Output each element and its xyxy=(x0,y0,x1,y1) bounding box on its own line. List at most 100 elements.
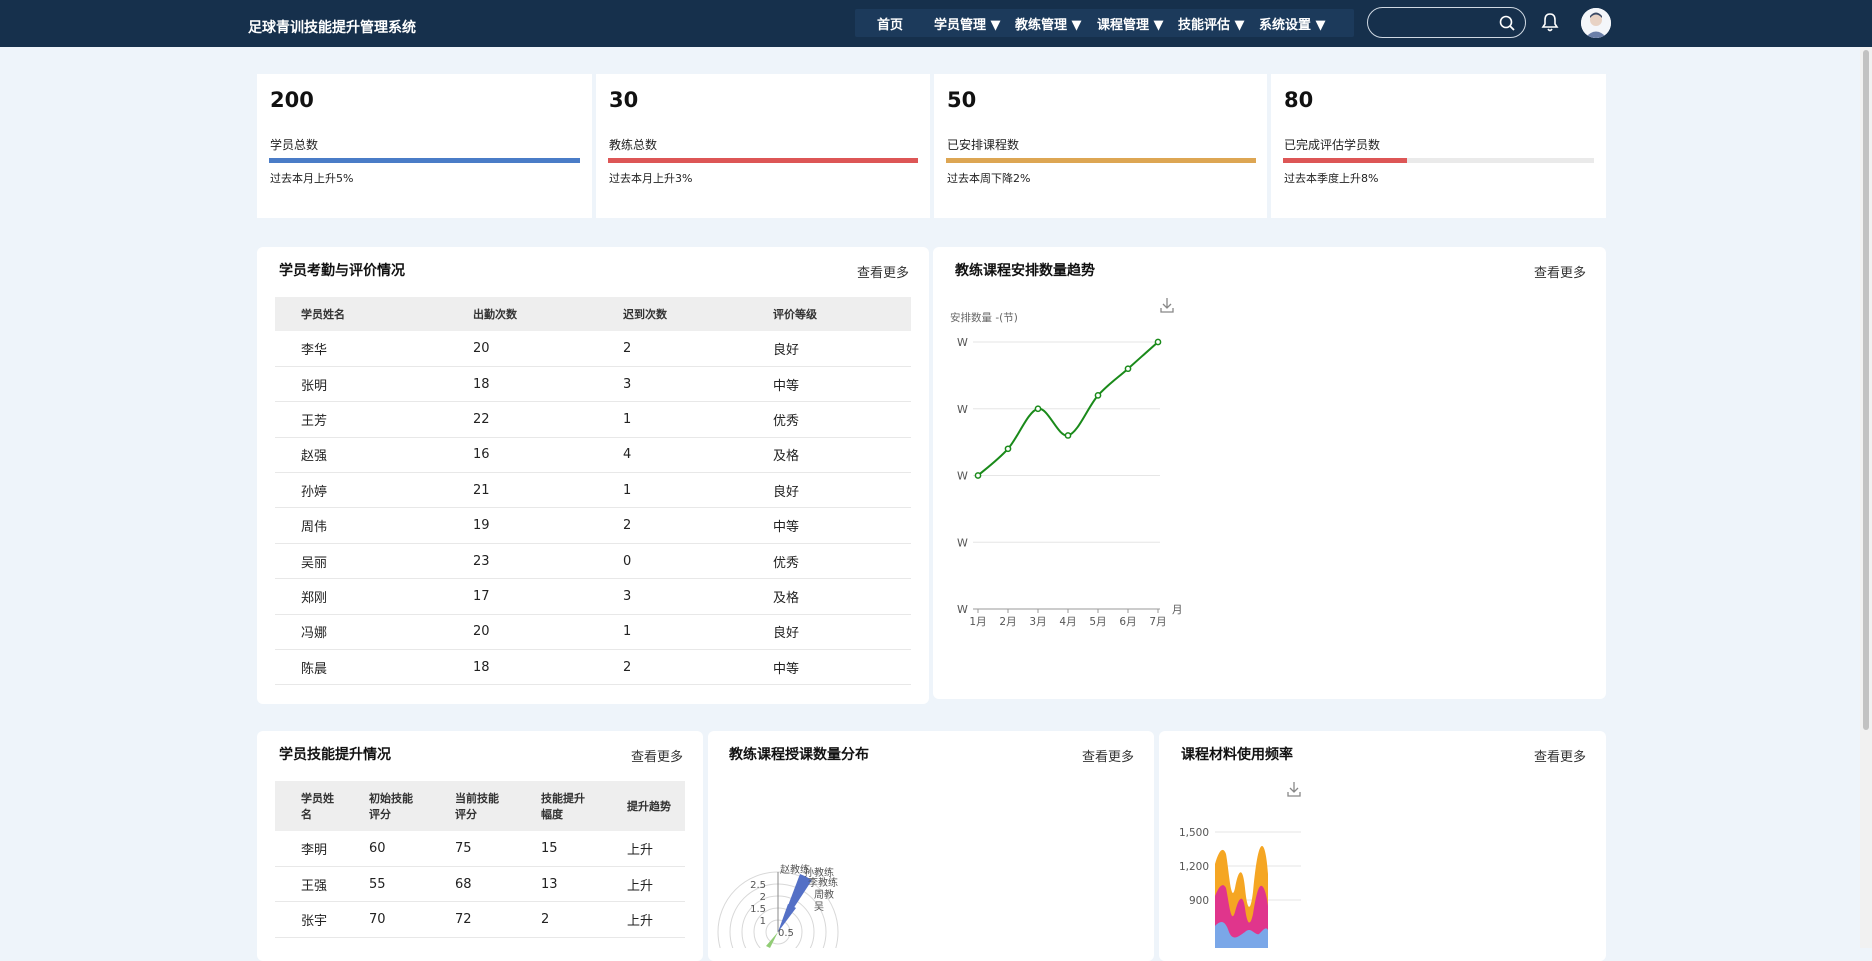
search-box[interactable] xyxy=(1367,7,1526,38)
data-point xyxy=(1004,445,1012,453)
stat-change: 过去本月上升3% xyxy=(609,172,693,185)
polar-bar xyxy=(766,932,778,948)
table-cell: 19 xyxy=(447,507,597,544)
table-cell: 良好 xyxy=(747,614,911,651)
table-cell: 3 xyxy=(597,366,747,403)
table-cell: 良好 xyxy=(747,472,911,509)
search-icon[interactable] xyxy=(1498,14,1516,32)
table-cell: 赵强 xyxy=(275,437,447,474)
radial-tick-label: 2 xyxy=(760,892,766,903)
table-cell: 0 xyxy=(597,543,747,580)
view-more-link[interactable]: 查看更多 xyxy=(1082,746,1134,765)
table-row: 冯娜 20 1 良好 xyxy=(275,614,911,651)
y-tick-label: W xyxy=(957,403,968,416)
y-tick-label: 1,500 xyxy=(1179,827,1209,839)
table-cell: 中等 xyxy=(747,507,911,544)
x-tick-label: 1月 xyxy=(969,616,986,628)
x-tick-label: 2月 xyxy=(999,616,1016,628)
stat-progress-bar xyxy=(269,158,580,163)
y-tick-label: W xyxy=(957,336,968,349)
attendance-table: 学员姓名 出勤次数 迟到次数 评价等级 李华 20 2 良好 张明 18 3 中等 王芳 22 1 优… xyxy=(275,297,911,686)
radial-tick-label: 0.5 xyxy=(778,928,794,939)
table-row: 吴丽 23 0 优秀 xyxy=(275,543,911,580)
user-avatar[interactable] xyxy=(1581,8,1611,38)
table-cell: 陈晨 xyxy=(275,649,447,686)
stat-change: 过去本季度上升8% xyxy=(1284,172,1379,185)
table-row: 张宇 70 72 2 上升 xyxy=(275,901,685,938)
download-icon[interactable] xyxy=(1287,782,1301,797)
y-tick-label: W xyxy=(957,536,968,549)
column-header: 迟到次数 xyxy=(597,297,747,331)
panel-title: 教练课程安排数量趋势 xyxy=(955,263,1095,279)
nav-coach-management[interactable]: 教练管理 ▼ xyxy=(1015,14,1082,33)
table-cell: 23 xyxy=(447,543,597,580)
table-cell: 2 xyxy=(597,649,747,686)
view-more-link[interactable]: 查看更多 xyxy=(1534,262,1586,281)
avatar-icon xyxy=(1581,8,1611,38)
table-cell: 优秀 xyxy=(747,543,911,580)
table-cell: 良好 xyxy=(747,331,911,367)
table-row: 孙婷 21 1 良好 xyxy=(275,472,911,509)
table-cell: 18 xyxy=(447,366,597,403)
table-cell: 13 xyxy=(517,866,603,903)
top-navbar: 足球青训技能提升管理系统 首页 学员管理 ▼ 教练管理 ▼ 课程管理 ▼ 技能评… xyxy=(0,0,1872,47)
column-header: 评价等级 xyxy=(747,297,911,331)
stat-value: 200 xyxy=(270,88,314,112)
download-icon[interactable] xyxy=(1160,298,1174,313)
column-header: 提升趋势 xyxy=(603,781,685,831)
table-cell: 中等 xyxy=(747,649,911,686)
stat-progress-bar xyxy=(1283,158,1594,163)
table-cell: 吴丽 xyxy=(275,543,447,580)
data-point xyxy=(1094,392,1102,399)
table-cell: 及格 xyxy=(747,437,911,474)
table-cell: 2 xyxy=(597,331,747,367)
stat-change: 过去本周下降2% xyxy=(947,172,1031,185)
table-cell: 4 xyxy=(597,437,747,474)
nav-home[interactable]: 首页 xyxy=(877,14,903,33)
stat-progress-fill xyxy=(1283,158,1408,163)
nav-system-settings[interactable]: 系统设置 ▼ xyxy=(1259,14,1326,33)
table-cell: 周伟 xyxy=(275,507,447,544)
view-more-link[interactable]: 查看更多 xyxy=(631,746,683,765)
table-row: 李明 60 75 15 上升 xyxy=(275,831,685,867)
table-cell: 55 xyxy=(345,866,431,903)
scrollbar-thumb[interactable] xyxy=(1863,50,1869,730)
nav-course-management[interactable]: 课程管理 ▼ xyxy=(1097,14,1164,33)
table-row: 张明 18 3 中等 xyxy=(275,366,911,403)
nav-student-management[interactable]: 学员管理 ▼ xyxy=(934,14,1001,33)
skills-panel: 学员技能提升情况 查看更多 学员姓名 初始技能评分 当前技能评分 技能提升幅度 … xyxy=(257,731,703,961)
x-axis-label: 月 xyxy=(1172,604,1183,616)
radial-tick-label: 2.5 xyxy=(750,880,766,891)
column-header: 初始技能评分 xyxy=(345,781,431,831)
distribution-panel: 教练课程授课数量分布 查看更多 2.5 2 1.5 1 0.5 赵教练 孙教练 … xyxy=(708,731,1154,961)
view-more-link[interactable]: 查看更多 xyxy=(857,262,909,281)
table-row: 陈晨 18 2 中等 xyxy=(275,649,911,686)
stat-progress-bar xyxy=(608,158,918,163)
stat-value: 80 xyxy=(1284,88,1314,112)
search-input[interactable] xyxy=(1378,13,1492,33)
table-cell: 20 xyxy=(447,614,597,651)
table-cell: 冯娜 xyxy=(275,614,447,651)
main-nav: 首页 学员管理 ▼ 教练管理 ▼ 课程管理 ▼ 技能评估 ▼ 系统设置 ▼ xyxy=(855,9,1354,37)
stat-label: 教练总数 xyxy=(609,138,658,152)
column-header: 学员姓名 xyxy=(275,781,345,831)
stat-value: 50 xyxy=(947,88,977,112)
table-cell: 上升 xyxy=(603,866,685,903)
table-cell: 22 xyxy=(447,401,597,438)
view-more-link[interactable]: 查看更多 xyxy=(1534,746,1586,765)
trend-line-chart: 安排数量 -(节)WWWWW1月 2月 3月 4月 5月 6月 7月月 xyxy=(950,298,1183,628)
table-cell: 王芳 xyxy=(275,401,447,438)
stat-value: 30 xyxy=(609,88,639,112)
table-header-row: 学员姓名 出勤次数 迟到次数 评价等级 xyxy=(275,297,911,331)
trend-panel: 教练课程安排数量趋势 查看更多 安排数量 -(节) W W W W W 1月 2月 3月 4月 5月… xyxy=(933,247,1606,699)
x-tick-label: 3月 xyxy=(1029,616,1046,628)
attendance-panel: 学员考勤与评价情况 查看更多 学员姓名 出勤次数 迟到次数 评价等级 李华 20 2… xyxy=(257,247,929,704)
stat-progress-fill xyxy=(608,158,918,163)
data-point xyxy=(974,472,982,479)
bell-icon[interactable] xyxy=(1540,11,1560,33)
data-point xyxy=(1064,432,1072,439)
table-cell: 1 xyxy=(597,614,747,651)
nav-skill-assessment[interactable]: 技能评估 ▼ xyxy=(1178,14,1245,33)
stat-label: 已完成评估学员数 xyxy=(1284,138,1381,152)
table-cell: 20 xyxy=(447,331,597,367)
